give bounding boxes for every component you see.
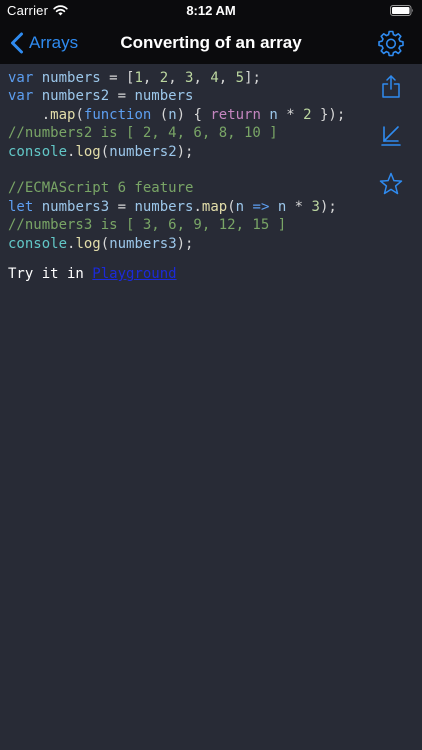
battery-icon bbox=[390, 5, 413, 16]
code-token: log bbox=[75, 143, 101, 160]
code-line: var numbers = [1, 2, 3, 4, 5]; bbox=[8, 69, 378, 87]
navigation-bar: Arrays Converting of an array bbox=[0, 22, 422, 64]
code-token: , bbox=[218, 70, 236, 86]
code-token: n bbox=[277, 198, 287, 215]
status-time: 8:12 AM bbox=[186, 3, 236, 18]
run-icon[interactable] bbox=[378, 122, 404, 148]
code-token: = [ bbox=[109, 70, 135, 86]
gear-icon[interactable] bbox=[377, 29, 405, 57]
code-token: ( bbox=[75, 106, 84, 123]
code-line: //numbers2 is [ 2, 4, 6, 8, 10 ] bbox=[8, 124, 378, 142]
code-token: numbers bbox=[33, 70, 110, 86]
code-token: = bbox=[117, 88, 135, 105]
share-icon[interactable] bbox=[378, 73, 404, 99]
code-token: map bbox=[50, 106, 76, 123]
code-token: 2 bbox=[303, 106, 312, 123]
code-token: numbers3 bbox=[33, 198, 118, 215]
star-icon[interactable] bbox=[378, 171, 404, 197]
code-token: * bbox=[286, 198, 312, 215]
code-token: 3 bbox=[311, 198, 320, 215]
code-line: console.log(numbers3); bbox=[8, 235, 378, 253]
status-bar: Carrier 8:12 AM bbox=[0, 0, 422, 22]
playground-link[interactable]: Playground bbox=[92, 266, 176, 282]
code-token: ]; bbox=[244, 70, 261, 86]
code-block: var numbers = [1, 2, 3, 4, 5]; var number… bbox=[8, 69, 378, 253]
code-line: var numbers2 = numbers bbox=[8, 87, 378, 105]
code-token: 5 bbox=[235, 70, 245, 86]
top-bar: Carrier 8:12 AM Arrays Converting of an … bbox=[0, 0, 422, 64]
code-token: n bbox=[168, 106, 177, 123]
code-token: ) { bbox=[176, 106, 211, 123]
code-line: let numbers3 = numbers.map(n => n * 3); bbox=[8, 198, 378, 216]
back-button-label: Arrays bbox=[29, 33, 79, 52]
code-token: let bbox=[8, 198, 34, 215]
back-button[interactable]: Arrays bbox=[10, 31, 78, 55]
code-token: return bbox=[210, 106, 261, 123]
code-token: console bbox=[8, 143, 68, 160]
code-token: ( bbox=[227, 198, 236, 215]
code-token: 4 bbox=[210, 70, 219, 86]
content-area: var numbers = [1, 2, 3, 4, 5]; var number… bbox=[0, 64, 422, 750]
code-token: , bbox=[142, 70, 160, 86]
code-token: ); bbox=[176, 235, 194, 252]
code-token: 2 bbox=[159, 70, 169, 86]
code-token: . bbox=[193, 198, 202, 215]
code-token: = bbox=[117, 198, 135, 215]
code-token: var bbox=[8, 70, 34, 86]
code-token: 1 bbox=[134, 70, 143, 86]
code-token: numbers2 bbox=[33, 88, 118, 105]
code-token: ); bbox=[176, 143, 194, 160]
code-token: ); bbox=[319, 198, 337, 215]
code-token: function bbox=[83, 106, 152, 123]
code-token: numbers2 bbox=[109, 143, 177, 160]
code-token: ( bbox=[100, 235, 110, 252]
code-token: . bbox=[8, 106, 51, 123]
code-line: .map(function (n) { return n * 2 }); bbox=[8, 106, 378, 124]
code-token: log bbox=[75, 235, 101, 252]
code-token: map bbox=[201, 198, 228, 215]
code-line: //ECMAScript 6 feature bbox=[8, 179, 378, 197]
code-line: console.log(numbers2); bbox=[8, 143, 378, 161]
code-token: , bbox=[168, 70, 186, 86]
code-token: n bbox=[235, 198, 245, 215]
code-token: ( bbox=[100, 143, 110, 160]
code-token: => bbox=[252, 198, 270, 215]
code-token: //numbers3 is [ 3, 6, 9, 12, 15 ] bbox=[8, 217, 287, 234]
code-token: , bbox=[193, 70, 211, 86]
code-token: ( bbox=[151, 106, 169, 123]
chevron-left-icon bbox=[11, 32, 23, 54]
code-token: //numbers2 is [ 2, 4, 6, 8, 10 ] bbox=[8, 125, 278, 142]
code-token: //ECMAScript 6 feature bbox=[8, 180, 194, 197]
try-it-prefix: Try it in bbox=[8, 266, 93, 282]
code-token: var bbox=[8, 88, 34, 105]
code-token: n bbox=[269, 106, 278, 123]
code-line: //numbers3 is [ 3, 6, 9, 12, 15 ] bbox=[8, 216, 378, 234]
page-title: Converting of an array bbox=[120, 33, 302, 52]
code-token: numbers bbox=[134, 88, 194, 105]
code-line: ​ bbox=[8, 161, 378, 179]
try-it-line: Try it in Playground bbox=[8, 266, 177, 282]
code-token: }); bbox=[311, 106, 346, 123]
code-token: numbers3 bbox=[109, 235, 177, 252]
code-token: * bbox=[277, 106, 304, 123]
code-token: numbers bbox=[134, 198, 194, 215]
code-token: console bbox=[8, 235, 68, 252]
